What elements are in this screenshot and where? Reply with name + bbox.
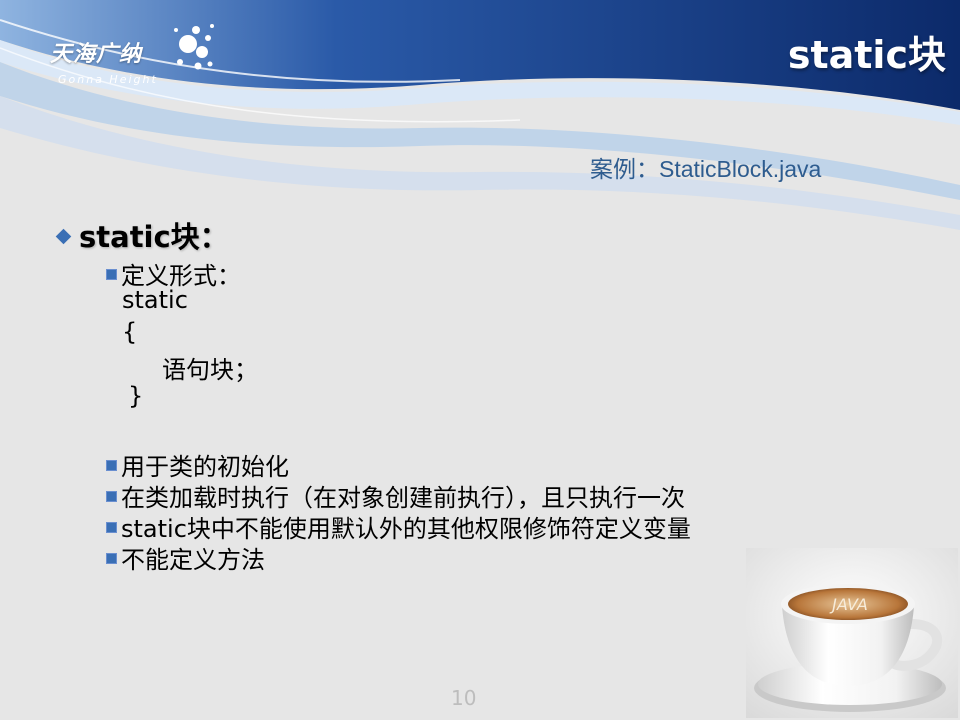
square-bullet-icon <box>106 491 117 502</box>
square-bullet-icon <box>106 522 117 533</box>
bullet-text: static块中不能使用默认外的其他权限修饰符定义变量 <box>121 515 691 543</box>
bullet-item: static块中不能使用默认外的其他权限修饰符定义变量 <box>106 509 691 544</box>
bullet-text: 用于类的初始化 <box>121 453 289 481</box>
java-coffee-cup-image: JAVA <box>746 548 958 718</box>
square-bullet-icon <box>106 460 117 471</box>
code-line: } <box>128 382 144 410</box>
code-line: { <box>122 318 138 346</box>
main-bullet-text: static块： <box>79 220 229 254</box>
page-number: 10 <box>451 686 477 710</box>
code-line: 语句块； <box>162 356 258 384</box>
slide-title: static块 <box>787 33 946 77</box>
bullet-item: 在类加载时执行（在对象创建前执行），且只执行一次 <box>106 478 685 513</box>
code-line: static <box>122 286 188 314</box>
main-bullet: static块： <box>55 214 229 256</box>
bullet-text: 在类加载时执行（在对象创建前执行），且只执行一次 <box>121 484 685 512</box>
logo-text-en: Gonna Height <box>58 73 158 86</box>
cup-foam-text: JAVA <box>829 595 868 614</box>
bullet-item: 不能定义方法 <box>106 540 265 575</box>
logo-text-cn: 天海广纳 <box>50 42 143 67</box>
bullet-item: 用于类的初始化 <box>106 447 289 482</box>
logo-dots-icon <box>174 24 214 70</box>
square-bullet-icon <box>106 269 117 280</box>
square-bullet-icon <box>106 553 117 564</box>
case-label: 案例：StaticBlock.java <box>590 156 822 182</box>
diamond-bullet-icon <box>55 228 72 245</box>
bullet-text: 不能定义方法 <box>121 546 265 574</box>
